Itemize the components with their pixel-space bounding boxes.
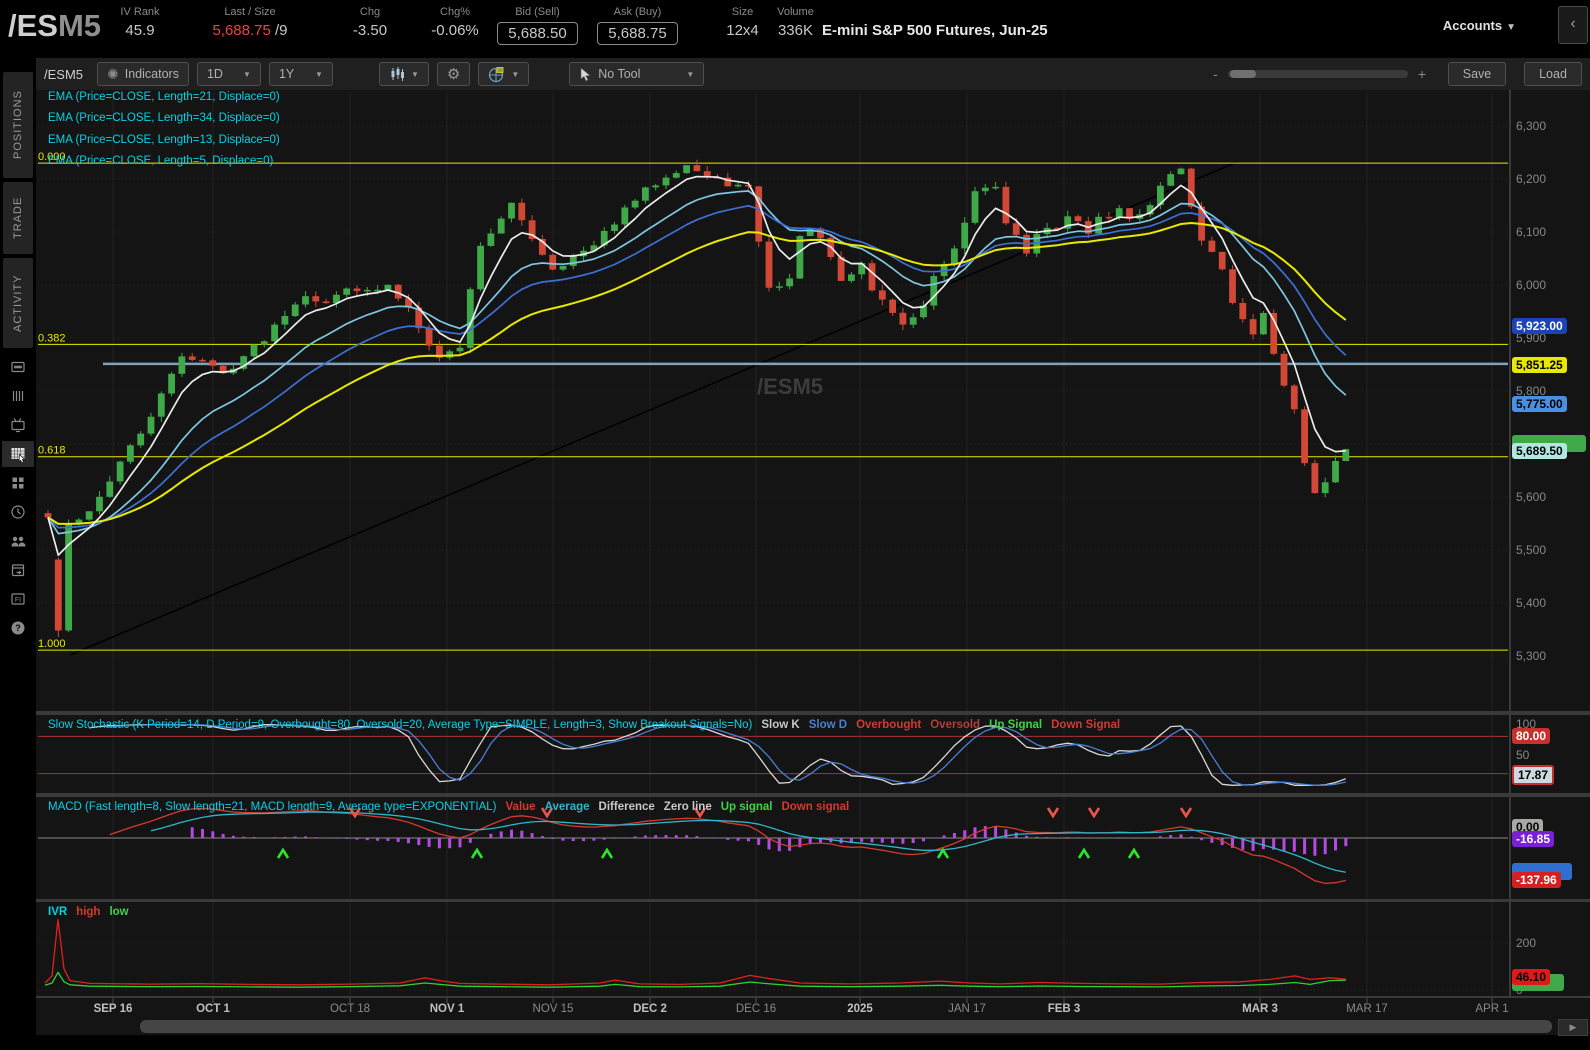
svg-text:SEP 16: SEP 16	[94, 1003, 133, 1015]
price-badge: 5,851.25	[1512, 357, 1567, 373]
macd-badge: -16.85	[1512, 831, 1555, 847]
zoom-slider[interactable]	[1227, 70, 1408, 78]
collapse-panel-button[interactable]: ‹	[1558, 6, 1588, 44]
svg-text:0.618: 0.618	[38, 445, 66, 457]
price-badge: 5,689.50	[1512, 443, 1567, 459]
svg-text:?: ?	[15, 623, 21, 633]
svg-text:0.382: 0.382	[38, 332, 66, 344]
candlestick-icon	[391, 67, 404, 81]
scrollbar-thumb[interactable]	[140, 1020, 1552, 1033]
indicators-icon: ✺	[107, 65, 119, 82]
svg-text:MAR 3: MAR 3	[1242, 1003, 1278, 1015]
tab-activity[interactable]: ACTIVITY	[3, 258, 33, 348]
ask-field[interactable]: Ask (Buy) 5,688.75	[590, 6, 685, 45]
svg-text:0.000: 0.000	[38, 151, 66, 163]
chg-pct-field: Chg% -0.06%	[431, 6, 479, 39]
svg-text:6,100: 6,100	[1516, 225, 1546, 239]
header: /ESM5 IV Rank 45.9 Last / Size 5,688.75 …	[0, 0, 1590, 58]
stoch-badge: 17.87	[1512, 765, 1555, 785]
svg-text:200: 200	[1516, 936, 1536, 950]
zoom-control: - +	[1213, 66, 1426, 82]
bid-field[interactable]: Bid (Sell) 5,688.50	[490, 6, 585, 45]
svg-text:APR 1: APR 1	[1475, 1003, 1508, 1015]
svg-text:6,300: 6,300	[1516, 119, 1546, 133]
ivr-badge: 46.10	[1512, 969, 1551, 985]
svg-text:5,500: 5,500	[1516, 543, 1546, 557]
drawing-set-dropdown[interactable]: ▼	[478, 62, 530, 86]
calendar-icon[interactable]	[2, 557, 34, 583]
chart-style-dropdown[interactable]: ▼	[378, 62, 429, 86]
monitor-icon[interactable]	[2, 412, 34, 438]
svg-text:NOV 1: NOV 1	[430, 1003, 465, 1015]
price-badge: 5,775.00	[1512, 396, 1567, 412]
chart-icon[interactable]	[2, 441, 34, 467]
stoch-badge: 80.00	[1512, 728, 1551, 744]
svg-text:FEB 3: FEB 3	[1048, 1003, 1081, 1015]
svg-text:1.000: 1.000	[38, 638, 66, 650]
tab-positions[interactable]: POSITIONS	[3, 72, 33, 178]
chevron-down-icon: ▼	[410, 69, 419, 79]
svg-text:6,200: 6,200	[1516, 172, 1546, 186]
scroll-right-button[interactable]: ▶	[1558, 1019, 1588, 1036]
contract-description: E-mini S&P 500 Futures, Jun-25	[822, 22, 1048, 39]
zoom-in-button[interactable]: +	[1418, 66, 1426, 82]
timeframe-dropdown[interactable]: 1D ▼	[196, 62, 261, 86]
pattern-tool-icon	[489, 66, 504, 82]
trading-app: /ESM5 IV Rank 45.9 Last / Size 5,688.75 …	[0, 0, 1590, 1050]
symbol-input[interactable]: /ESM5	[44, 67, 83, 82]
svg-text:2025: 2025	[847, 1003, 873, 1015]
chevron-down-icon: ▼	[511, 69, 520, 79]
symbol-title: /ESM5	[8, 8, 102, 43]
svg-text:5,400: 5,400	[1516, 596, 1546, 610]
chart-settings-button[interactable]: ⚙	[436, 62, 471, 86]
svg-text:5,300: 5,300	[1516, 649, 1546, 663]
svg-text:50: 50	[1516, 748, 1530, 762]
indicators-button[interactable]: ✺ Indicators	[97, 62, 189, 86]
gear-icon: ⚙	[446, 66, 461, 83]
iv-rank-field: IV Rank 45.9	[120, 6, 160, 39]
save-button[interactable]: Save	[1448, 62, 1506, 86]
svg-text:OCT 1: OCT 1	[196, 1003, 230, 1015]
chevron-down-icon: ▼	[315, 69, 323, 79]
svg-text:NOV 15: NOV 15	[533, 1003, 574, 1015]
horizontal-scrollbar[interactable]: ▶	[36, 1018, 1590, 1036]
price-badge: 5,923.00	[1512, 318, 1567, 334]
chevron-down-icon: ▼	[1506, 22, 1516, 33]
svg-text:OCT 18: OCT 18	[330, 1003, 370, 1015]
macd-badge: -137.96	[1512, 872, 1561, 888]
load-button[interactable]: Load	[1524, 62, 1582, 86]
svg-text:6,000: 6,000	[1516, 278, 1546, 292]
zoom-slider-thumb[interactable]	[1229, 70, 1256, 78]
chart-watermark: /ESM5	[757, 374, 823, 399]
history-icon[interactable]	[2, 499, 34, 525]
chevron-down-icon: ▼	[243, 69, 251, 79]
zoom-out-button[interactable]: -	[1213, 66, 1218, 82]
dashboard-icon[interactable]	[2, 470, 34, 496]
chg-field: Chg -3.50	[352, 6, 388, 39]
news-icon[interactable]	[2, 354, 34, 380]
left-sidebar: POSITIONS TRADE ACTIVITY FI?	[0, 58, 36, 1050]
tab-trade[interactable]: TRADE	[3, 182, 33, 254]
cursor-icon	[580, 66, 592, 81]
svg-text:5,600: 5,600	[1516, 490, 1546, 504]
chevron-down-icon: ▼	[686, 69, 695, 79]
svg-text:DEC 2: DEC 2	[633, 1003, 667, 1015]
range-dropdown[interactable]: 1Y ▼	[268, 62, 333, 86]
svg-text:FI: FI	[15, 597, 21, 604]
accounts-dropdown[interactable]: Accounts ▼	[1443, 18, 1516, 33]
last-size-field: Last / Size 5,688.75 /9	[212, 6, 288, 39]
watchlist-icon[interactable]	[2, 383, 34, 409]
help-icon[interactable]: ?	[2, 615, 34, 641]
chart-toolbar: /ESM5 ✺ Indicators 1D ▼ 1Y ▼ ▼ ⚙ ▼ No To…	[36, 58, 1590, 90]
active-tool-dropdown[interactable]: No Tool ▼	[569, 62, 705, 86]
svg-text:DEC 16: DEC 16	[736, 1003, 776, 1015]
fx-icon[interactable]: FI	[2, 586, 34, 612]
svg-text:JAN 17: JAN 17	[948, 1003, 986, 1015]
people-icon[interactable]	[2, 528, 34, 554]
chart-canvas: 6,3006,2006,1006,0005,9005,8005,7005,600…	[36, 90, 1590, 1018]
volume-field: Volume 336K	[777, 6, 814, 39]
size-field: Size 12x4	[726, 6, 759, 39]
svg-text:MAR 17: MAR 17	[1346, 1003, 1388, 1015]
